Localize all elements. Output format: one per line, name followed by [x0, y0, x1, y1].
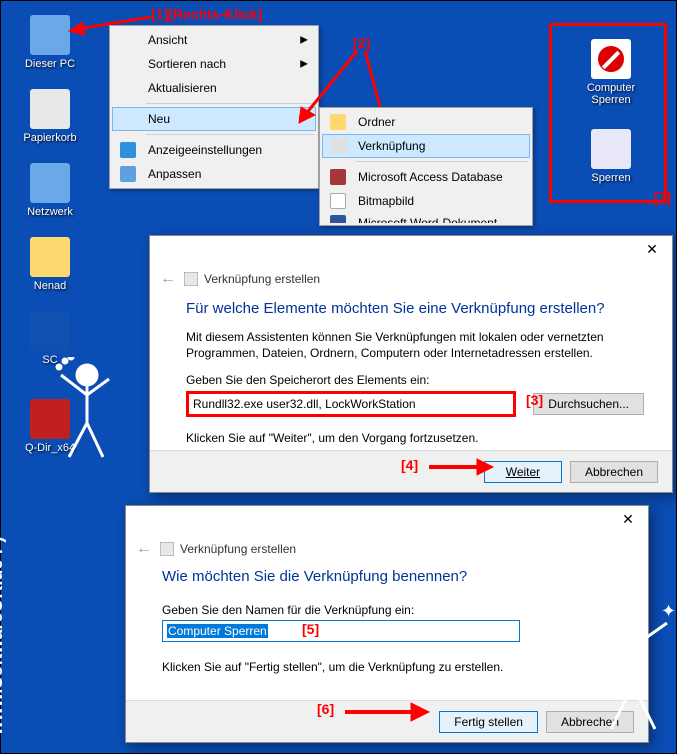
personalize-icon	[120, 166, 136, 182]
desktop-icon-trash[interactable]: Papierkorb	[15, 89, 85, 144]
menu-label: Verknüpfung	[358, 139, 425, 153]
browse-button[interactable]: Durchsuchen...	[533, 393, 644, 415]
close-button[interactable]: ✕	[608, 506, 648, 532]
desktop-icon-label: Nenad	[15, 280, 85, 292]
dialog-hint: Klicken Sie auf "Weiter", um den Vorgang…	[186, 431, 644, 445]
shortcut-wizard-icon	[184, 272, 198, 286]
word-icon	[330, 215, 346, 223]
dialog-heading: Wie möchten Sie die Verknüpfung benennen…	[162, 568, 620, 585]
shortcut-icon	[591, 129, 631, 169]
menu-item-refresh[interactable]: Aktualisieren	[112, 76, 316, 100]
watermark-text: www.SoftwareOK.de :-)	[0, 537, 7, 735]
menu-label: Anzeigeeinstellungen	[148, 143, 262, 157]
chevron-right-icon: ▶	[300, 35, 308, 46]
separator	[356, 161, 528, 162]
close-button[interactable]: ✕	[632, 236, 672, 262]
submenu-item-bitmap[interactable]: Bitmapbild	[322, 189, 530, 213]
name-input[interactable]: Computer Sperren	[162, 620, 520, 642]
submenu-item-access[interactable]: Microsoft Access Database	[322, 165, 530, 189]
arrow-6	[343, 701, 433, 723]
cancel-button[interactable]: Abbrechen	[570, 461, 658, 483]
input-label: Geben Sie den Speicherort des Elements e…	[186, 373, 644, 387]
shield-icon	[30, 311, 70, 351]
pc-icon	[30, 15, 70, 55]
svg-text:✦: ✦	[599, 601, 614, 619]
access-icon	[330, 169, 346, 185]
decor-stick-figure-left	[49, 357, 119, 470]
trash-icon	[30, 89, 70, 129]
desktop-icon-network[interactable]: Netzwerk	[15, 163, 85, 218]
folder-icon	[330, 114, 346, 130]
folder-icon	[30, 237, 70, 277]
display-icon	[120, 142, 136, 158]
menu-label: Ansicht	[148, 33, 187, 47]
menu-label: Sortieren nach	[148, 57, 226, 71]
separator	[146, 103, 314, 104]
menu-item-new[interactable]: Neu ▶	[112, 107, 316, 131]
dialog-title: Verknüpfung erstellen	[204, 272, 320, 286]
svg-text:✦: ✦	[661, 601, 676, 621]
annotation-7: [7]	[654, 189, 671, 205]
desktop-icon-label: Netzwerk	[15, 206, 85, 218]
name-input-value: Computer Sperren	[167, 624, 268, 638]
menu-label: Neu	[148, 112, 170, 126]
input-label: Geben Sie den Namen für die Verknüpfung …	[162, 603, 620, 617]
context-submenu-new: Ordner Verknüpfung Microsoft Access Data…	[319, 107, 533, 226]
desktop-icon-nenad[interactable]: Nenad	[15, 237, 85, 292]
dialog-create-shortcut-1: ✕ ← Verknüpfung erstellen Für welche Ele…	[149, 235, 673, 493]
menu-item-view[interactable]: Ansicht ▶	[112, 28, 316, 52]
finish-button[interactable]: Fertig stellen	[439, 711, 538, 733]
annotation-3: [3]	[526, 392, 543, 408]
submenu-item-word[interactable]: Microsoft Word-Dokument	[322, 213, 530, 223]
arrow-4	[427, 457, 497, 477]
network-icon	[30, 163, 70, 203]
dialog-title: Verknüpfung erstellen	[180, 542, 296, 556]
submenu-item-shortcut[interactable]: Verknüpfung	[322, 134, 530, 158]
menu-item-sort[interactable]: Sortieren nach ▶	[112, 52, 316, 76]
annotation-5: [5]	[302, 621, 319, 637]
desktop-icon-lock2[interactable]: Sperren	[571, 129, 651, 184]
menu-label: Microsoft Access Database	[358, 170, 503, 184]
bitmap-icon	[330, 193, 346, 209]
desktop-icon-label: Computer Sperren	[571, 82, 651, 106]
menu-item-display-settings[interactable]: Anzeigeeinstellungen	[112, 138, 316, 162]
menu-label: Microsoft Word-Dokument	[358, 216, 497, 223]
desktop-icon-label: Dieser PC	[15, 58, 85, 70]
menu-label: Aktualisieren	[148, 81, 217, 95]
separator	[146, 134, 314, 135]
decor-stick-figure-right: ✦ ✦	[589, 601, 677, 744]
dialog-hint: Klicken Sie auf "Fertig stellen", um die…	[162, 660, 620, 674]
desktop-icon-label: Sperren	[571, 172, 651, 184]
menu-item-personalize[interactable]: Anpassen	[112, 162, 316, 186]
shortcut-icon	[331, 138, 347, 154]
annotation-6: [6]	[317, 701, 334, 717]
lock-icon	[591, 39, 631, 79]
submenu-item-folder[interactable]: Ordner	[322, 110, 530, 134]
desktop-icon-label: Papierkorb	[15, 132, 85, 144]
dialog-heading: Für welche Elemente möchten Sie eine Ver…	[186, 300, 644, 317]
menu-label: Anpassen	[148, 167, 201, 181]
back-button[interactable]: ←	[136, 540, 152, 558]
menu-label: Bitmapbild	[358, 194, 414, 208]
menu-label: Ordner	[358, 115, 395, 129]
dialog-description: Mit diesem Assistenten können Sie Verknü…	[186, 329, 644, 361]
location-input[interactable]	[186, 391, 516, 417]
annotation-1: [1][Rechts-Klick]	[151, 6, 262, 22]
context-menu: Ansicht ▶ Sortieren nach ▶ Aktualisieren…	[109, 25, 319, 189]
annotation-4: [4]	[401, 457, 418, 473]
shortcut-wizard-icon	[160, 542, 174, 556]
back-button[interactable]: ←	[160, 270, 176, 288]
desktop-icon-lock1[interactable]: Computer Sperren	[571, 39, 651, 106]
